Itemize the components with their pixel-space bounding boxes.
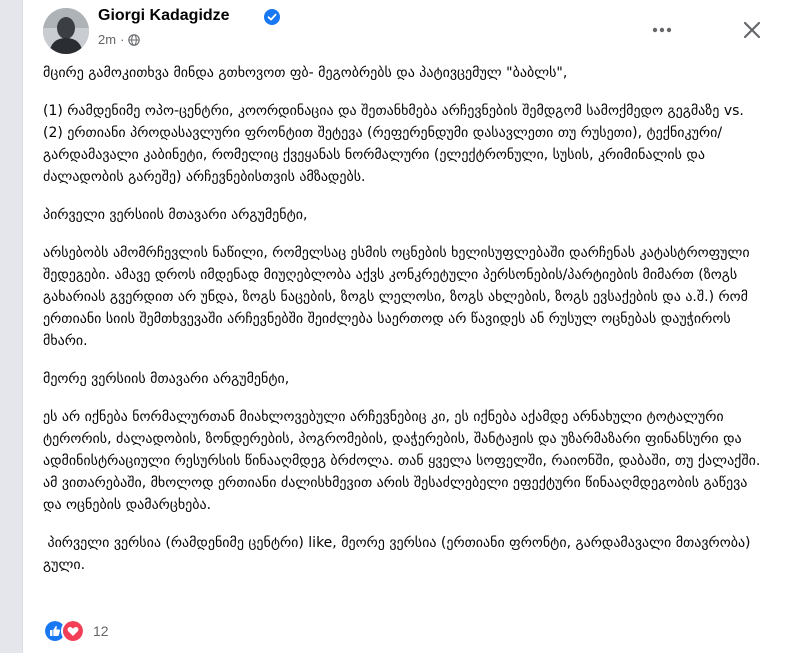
post-meta: 2m · xyxy=(98,32,141,47)
reactions-bar[interactable]: 12 xyxy=(43,619,109,643)
post-body: მცირე გამოკითხვა მინდა გთხოვოთ ფბ- მეგობ… xyxy=(43,62,763,592)
post-paragraph: პირველი ვერსიის მთავარი არგუმენტი, xyxy=(43,207,308,223)
reactions-count[interactable]: 12 xyxy=(93,623,109,639)
post-paragraph: მეორე ვერსიის მთავარი არგუმენტი, xyxy=(43,371,290,387)
close-icon[interactable] xyxy=(735,13,769,47)
author-name[interactable]: Giorgi Kadagidze xyxy=(98,7,230,25)
verified-badge-icon xyxy=(264,9,280,25)
post-card: Giorgi Kadagidze 2m · მცირე გამოკითხვა მ… xyxy=(22,0,796,653)
post-timestamp[interactable]: 2m xyxy=(98,32,116,47)
post-paragraph: (1) რამდენიმე ოპო-ცენტრი, კოორდინაცია და… xyxy=(43,103,749,185)
post-paragraph: პირველი ვერსია (რამდენიმე ცენტრი) like, … xyxy=(43,535,755,573)
globe-icon[interactable] xyxy=(128,33,141,46)
love-reaction-icon xyxy=(61,619,85,643)
post-header: Giorgi Kadagidze 2m · xyxy=(23,0,796,62)
more-options-icon[interactable] xyxy=(647,15,677,45)
post-paragraph: მცირე გამოკითხვა მინდა გთხოვოთ ფბ- მეგობ… xyxy=(43,65,568,81)
post-paragraph: ეს არ იქნება ნორმალურთან მიახლოვებული არ… xyxy=(43,409,765,513)
meta-separator: · xyxy=(120,32,125,47)
avatar[interactable] xyxy=(43,8,89,54)
post-paragraph: არსებობს ამომრჩევლის ნაწილი, რომელსაც ეს… xyxy=(43,245,755,349)
